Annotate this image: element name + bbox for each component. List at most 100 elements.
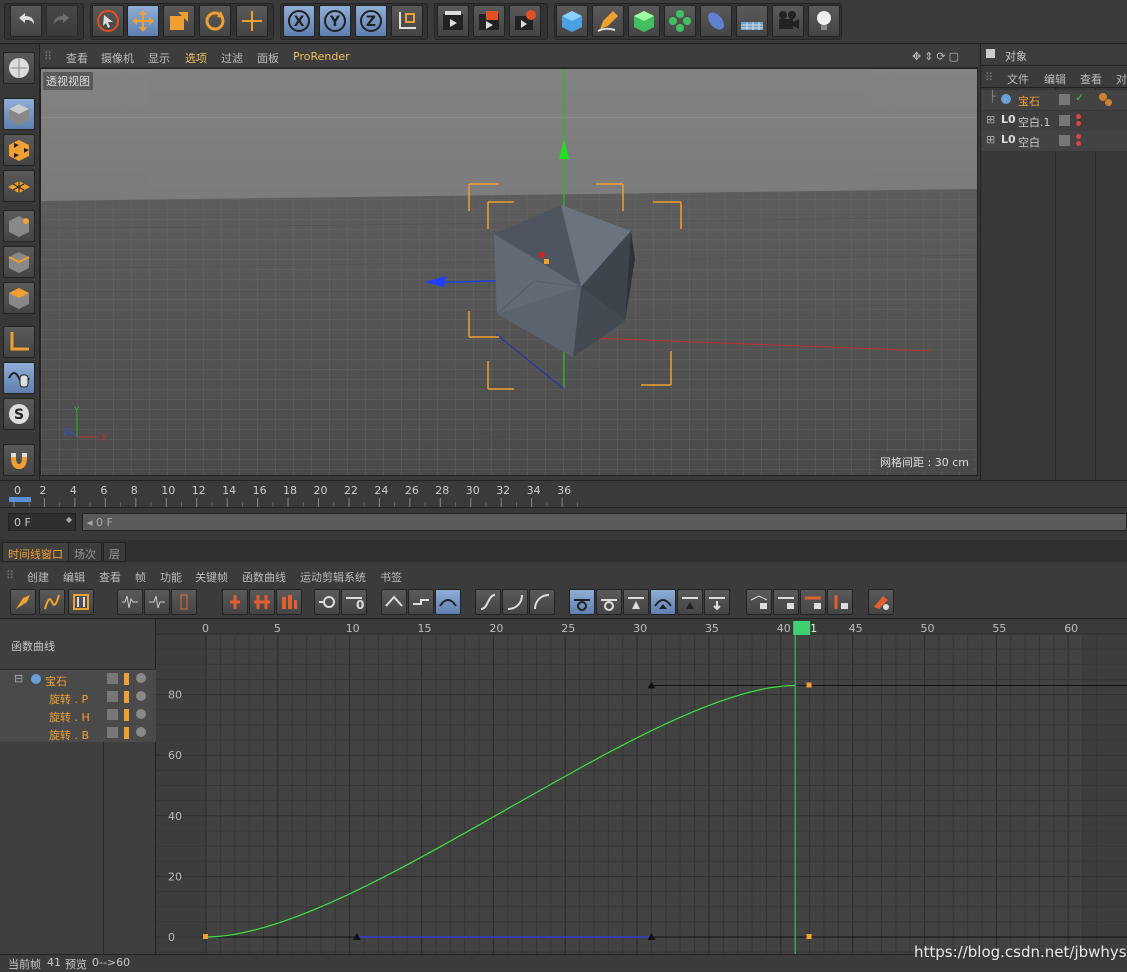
lock-value-icon[interactable] — [773, 589, 799, 615]
camera-icon[interactable] — [772, 5, 804, 37]
track-name[interactable]: 旋转 . H — [49, 709, 90, 725]
pen-icon[interactable] — [592, 5, 624, 37]
object-row-null1[interactable]: ⊞ L0 空白.1 — [981, 111, 1127, 131]
ease-in-out-icon[interactable] — [475, 589, 501, 615]
interp-step-icon[interactable] — [408, 589, 434, 615]
record-key-icon[interactable] — [868, 589, 894, 615]
tweak-mode-icon[interactable] — [3, 362, 35, 394]
track-key-icon[interactable] — [124, 673, 129, 685]
rotate-tool-icon[interactable] — [199, 5, 231, 37]
menu-options[interactable]: 选项 — [185, 50, 207, 66]
texture-mode-icon[interactable] — [3, 134, 35, 166]
layer-swatch-icon[interactable] — [1059, 135, 1070, 146]
perspective-viewport[interactable]: Y X Z 透视视图 网格间距 : 30 cm — [40, 68, 978, 476]
expand-icon[interactable]: ⊞ — [986, 113, 995, 126]
track-layer-icon[interactable] — [107, 709, 118, 720]
undo-icon[interactable] — [10, 5, 42, 37]
timeline-pulse-icon[interactable] — [144, 589, 170, 615]
tl-menu-frame[interactable]: 帧 — [135, 569, 146, 585]
render-view-icon[interactable] — [437, 5, 469, 37]
tangent-fixed-icon[interactable] — [623, 589, 649, 615]
interp-spline-icon[interactable] — [435, 589, 461, 615]
add-keys-icon[interactable] — [249, 589, 275, 615]
transform-tool-icon[interactable] — [236, 5, 268, 37]
visibility-check-icon[interactable]: ✓ — [1075, 91, 1084, 104]
menu-prorender[interactable]: ProRender — [293, 50, 350, 63]
object-name[interactable]: 宝石 — [1018, 93, 1040, 109]
deformer-icon[interactable] — [700, 5, 732, 37]
fcurve-graph[interactable]: 05101520253035404145505560806040200 — [156, 619, 1127, 954]
track-key-icon[interactable] — [124, 727, 129, 739]
x-axis-icon[interactable]: X — [283, 5, 315, 37]
track-row-gem[interactable]: ⊟ 宝石 — [0, 670, 156, 688]
spinner-icon[interactable]: ◆ — [66, 515, 72, 524]
track-layer-icon[interactable] — [107, 673, 118, 684]
obj-menu-more[interactable]: 对 — [1116, 71, 1127, 87]
points-mode-icon[interactable] — [3, 210, 35, 242]
lock-time-icon[interactable] — [746, 589, 772, 615]
interp-linear-icon[interactable] — [381, 589, 407, 615]
track-row-rot-h[interactable]: 旋转 . H — [0, 706, 156, 724]
z-axis-icon[interactable]: Z — [355, 5, 387, 37]
lock-length-icon[interactable] — [827, 589, 853, 615]
make-editable-icon[interactable] — [3, 52, 35, 84]
track-solo-icon[interactable] — [136, 709, 146, 719]
menu-filter[interactable]: 过滤 — [221, 50, 243, 66]
move-tool-icon[interactable] — [127, 5, 159, 37]
track-layer-icon[interactable] — [107, 691, 118, 702]
tab-layers[interactable]: 层 — [103, 542, 126, 562]
key-mode-icon[interactable] — [10, 589, 36, 615]
tl-menu-edit[interactable]: 编辑 — [63, 569, 85, 585]
object-row-gem[interactable]: ├ 宝石 ✓ — [981, 90, 1127, 110]
object-row-null[interactable]: ⊞ L0 空白 — [981, 131, 1127, 151]
timeline-wave-icon[interactable] — [117, 589, 143, 615]
layer-swatch-icon[interactable] — [1059, 115, 1070, 126]
key-bars-icon[interactable] — [276, 589, 302, 615]
visibility-dot-icon[interactable] — [1076, 114, 1081, 119]
obj-menu-file[interactable]: 文件 — [1007, 71, 1029, 87]
track-name[interactable]: 旋转 . P — [49, 691, 88, 707]
lock-tangent-icon[interactable] — [800, 589, 826, 615]
track-solo-icon[interactable] — [136, 727, 146, 737]
obj-menu-edit[interactable]: 编辑 — [1044, 71, 1066, 87]
obj-menu-view[interactable]: 查看 — [1080, 71, 1102, 87]
axis-mode-icon[interactable] — [3, 326, 35, 358]
tl-menu-motion[interactable]: 运动剪辑系统 — [300, 569, 366, 585]
current-frame-field[interactable]: 0 F ◆ — [8, 513, 76, 531]
floor-icon[interactable] — [736, 5, 768, 37]
tl-menu-functions[interactable]: 功能 — [160, 569, 182, 585]
tab-timeline[interactable]: 时间线窗口 — [2, 542, 69, 562]
scale-tool-icon[interactable] — [163, 5, 195, 37]
track-name[interactable]: 旋转 . B — [49, 727, 89, 743]
tangent-clamp-icon[interactable] — [596, 589, 622, 615]
polygons-mode-icon[interactable] — [3, 282, 35, 314]
track-solo-icon[interactable] — [136, 691, 146, 701]
snap-icon[interactable]: S — [3, 398, 35, 430]
track-key-icon[interactable] — [124, 691, 129, 703]
visibility-dot-icon[interactable] — [1076, 134, 1081, 139]
tab-takes[interactable]: 场次 — [68, 542, 102, 562]
edges-mode-icon[interactable] — [3, 246, 35, 278]
redo-icon[interactable] — [46, 5, 78, 37]
object-name[interactable]: 空白.1 — [1018, 114, 1051, 130]
motion-mode-icon[interactable] — [68, 589, 94, 615]
ease-in-icon[interactable] — [502, 589, 528, 615]
cube-icon[interactable] — [556, 5, 588, 37]
tangent-overshoot-icon[interactable] — [650, 589, 676, 615]
array-icon[interactable] — [664, 5, 696, 37]
ease-out-icon[interactable] — [529, 589, 555, 615]
layer-swatch-icon[interactable] — [1059, 94, 1070, 105]
object-name[interactable]: 空白 — [1018, 134, 1040, 150]
track-row-rot-b[interactable]: 旋转 . B — [0, 724, 156, 742]
collapse-icon[interactable]: ⊟ — [14, 672, 23, 685]
fcurve-mode-icon[interactable] — [39, 589, 65, 615]
viewport-nav-icons[interactable]: ✥⇕⟳▢ — [912, 50, 962, 63]
key-zero-icon[interactable] — [314, 589, 340, 615]
menu-view[interactable]: 查看 — [66, 50, 88, 66]
frame-slider[interactable]: ◂ 0 F — [82, 513, 1127, 531]
tangent-zero-icon[interactable] — [677, 589, 703, 615]
subdivision-icon[interactable] — [628, 5, 660, 37]
timeline-bar-icon[interactable] — [171, 589, 197, 615]
tl-menu-bookmarks[interactable]: 书签 — [380, 569, 402, 585]
expand-icon[interactable]: ⊞ — [986, 133, 995, 146]
